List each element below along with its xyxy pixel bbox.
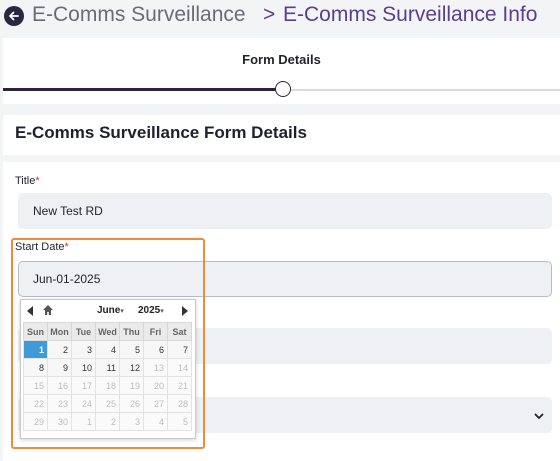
breadcrumb: E-Comms Surveillance > E-Comms Surveilla…: [0, 0, 560, 34]
week-row: 8 9 10 11 12 13 14: [23, 358, 192, 377]
day-cell[interactable]: 5: [119, 340, 144, 359]
home-icon[interactable]: [42, 304, 54, 316]
day-cell[interactable]: 8: [23, 358, 48, 377]
form-stepper: Form Details: [3, 38, 560, 104]
weekday-header: Thu: [119, 322, 144, 341]
triangle-left-icon[interactable]: [25, 305, 35, 317]
day-cell[interactable]: 3: [71, 340, 96, 359]
start-date-label-text: Start Date: [15, 241, 65, 253]
caret-down-icon: ▾: [160, 308, 164, 315]
weekday-header: Sat: [167, 322, 192, 341]
day-cell[interactable]: 6: [143, 340, 168, 359]
date-picker-header: June▾ 2025▾: [21, 300, 197, 322]
day-cell-disabled: 28: [167, 394, 192, 413]
day-cell-selected[interactable]: 1: [23, 340, 48, 359]
breadcrumb-current: E-Comms Surveillance Info: [283, 3, 538, 26]
breadcrumb-root-link[interactable]: E-Comms Surveillance: [32, 3, 246, 27]
start-date-label: Start Date*: [15, 241, 69, 253]
title-label: Title*: [15, 175, 40, 187]
weekday-header: Tue: [71, 322, 96, 341]
day-cell-disabled: 17: [71, 376, 96, 395]
day-cell-disabled: 4: [143, 412, 168, 431]
day-cell-disabled: 3: [119, 412, 144, 431]
breadcrumb-separator: >: [263, 3, 276, 26]
weekday-header: Wed: [95, 322, 120, 341]
week-row: 1 2 3 4 5 6 7: [23, 340, 192, 359]
year-value: 2025: [138, 305, 161, 316]
day-cell[interactable]: 10: [71, 358, 96, 377]
chevron-down-icon: [534, 413, 544, 419]
day-cell[interactable]: 9: [47, 358, 72, 377]
week-row: 15 16 17 18 19 20 21: [23, 376, 192, 395]
day-cell-disabled: 24: [71, 394, 96, 413]
title-input[interactable]: New Test RD: [18, 193, 552, 229]
day-cell-disabled: 20: [143, 376, 168, 395]
weekday-row: Sun Mon Tue Wed Thu Fri Sat: [23, 322, 192, 341]
required-marker: *: [35, 175, 40, 187]
month-value: June: [97, 305, 121, 316]
day-cell-disabled: 30: [47, 412, 72, 431]
caret-down-icon: ▾: [120, 308, 124, 315]
section-header: E-Comms Surveillance Form Details: [3, 115, 560, 155]
day-cell[interactable]: 12: [119, 358, 144, 377]
month-select[interactable]: June▾: [97, 305, 124, 316]
day-cell-disabled: 14: [167, 358, 192, 377]
week-row: 29 30 1 2 3 4 5: [23, 412, 192, 431]
back-button[interactable]: [4, 6, 24, 26]
day-cell-disabled: 22: [23, 394, 48, 413]
arrow-left-icon: [9, 11, 19, 21]
day-cell-disabled: 29: [23, 412, 48, 431]
day-cell-disabled: 15: [23, 376, 48, 395]
day-cell-disabled: 27: [143, 394, 168, 413]
day-cell[interactable]: 4: [95, 340, 120, 359]
triangle-right-icon[interactable]: [180, 305, 190, 317]
required-marker: *: [64, 241, 69, 253]
calendar-grid: Sun Mon Tue Wed Thu Fri Sat 1 2 3 4 5 6 …: [23, 322, 192, 431]
day-cell-disabled: 1: [71, 412, 96, 431]
day-cell[interactable]: 2: [47, 340, 72, 359]
day-cell-disabled: 25: [95, 394, 120, 413]
title-label-text: Title: [15, 175, 36, 187]
day-cell-disabled: 21: [167, 376, 192, 395]
day-cell-disabled: 5: [167, 412, 192, 431]
day-cell-disabled: 23: [47, 394, 72, 413]
day-cell[interactable]: 11: [95, 358, 120, 377]
section-title: E-Comms Surveillance Form Details: [15, 123, 307, 142]
week-row: 22 23 24 25 26 27 28: [23, 394, 192, 413]
day-cell-disabled: 13: [143, 358, 168, 377]
weekday-header: Mon: [47, 322, 72, 341]
day-cell[interactable]: 7: [167, 340, 192, 359]
step-progress-fill: [3, 88, 282, 91]
day-cell-disabled: 2: [95, 412, 120, 431]
day-cell-disabled: 26: [119, 394, 144, 413]
weekday-header: Sun: [23, 322, 48, 341]
weekday-header: Fri: [143, 322, 168, 341]
step-label: Form Details: [242, 52, 321, 67]
day-cell-disabled: 19: [119, 376, 144, 395]
day-cell-disabled: 16: [47, 376, 72, 395]
start-date-input[interactable]: Jun-01-2025: [18, 261, 552, 297]
year-select[interactable]: 2025▾: [138, 305, 164, 316]
step-indicator[interactable]: [275, 81, 291, 97]
date-picker: June▾ 2025▾ Sun Mon Tue Wed Thu Fri Sat …: [20, 299, 196, 439]
day-cell-disabled: 18: [95, 376, 120, 395]
